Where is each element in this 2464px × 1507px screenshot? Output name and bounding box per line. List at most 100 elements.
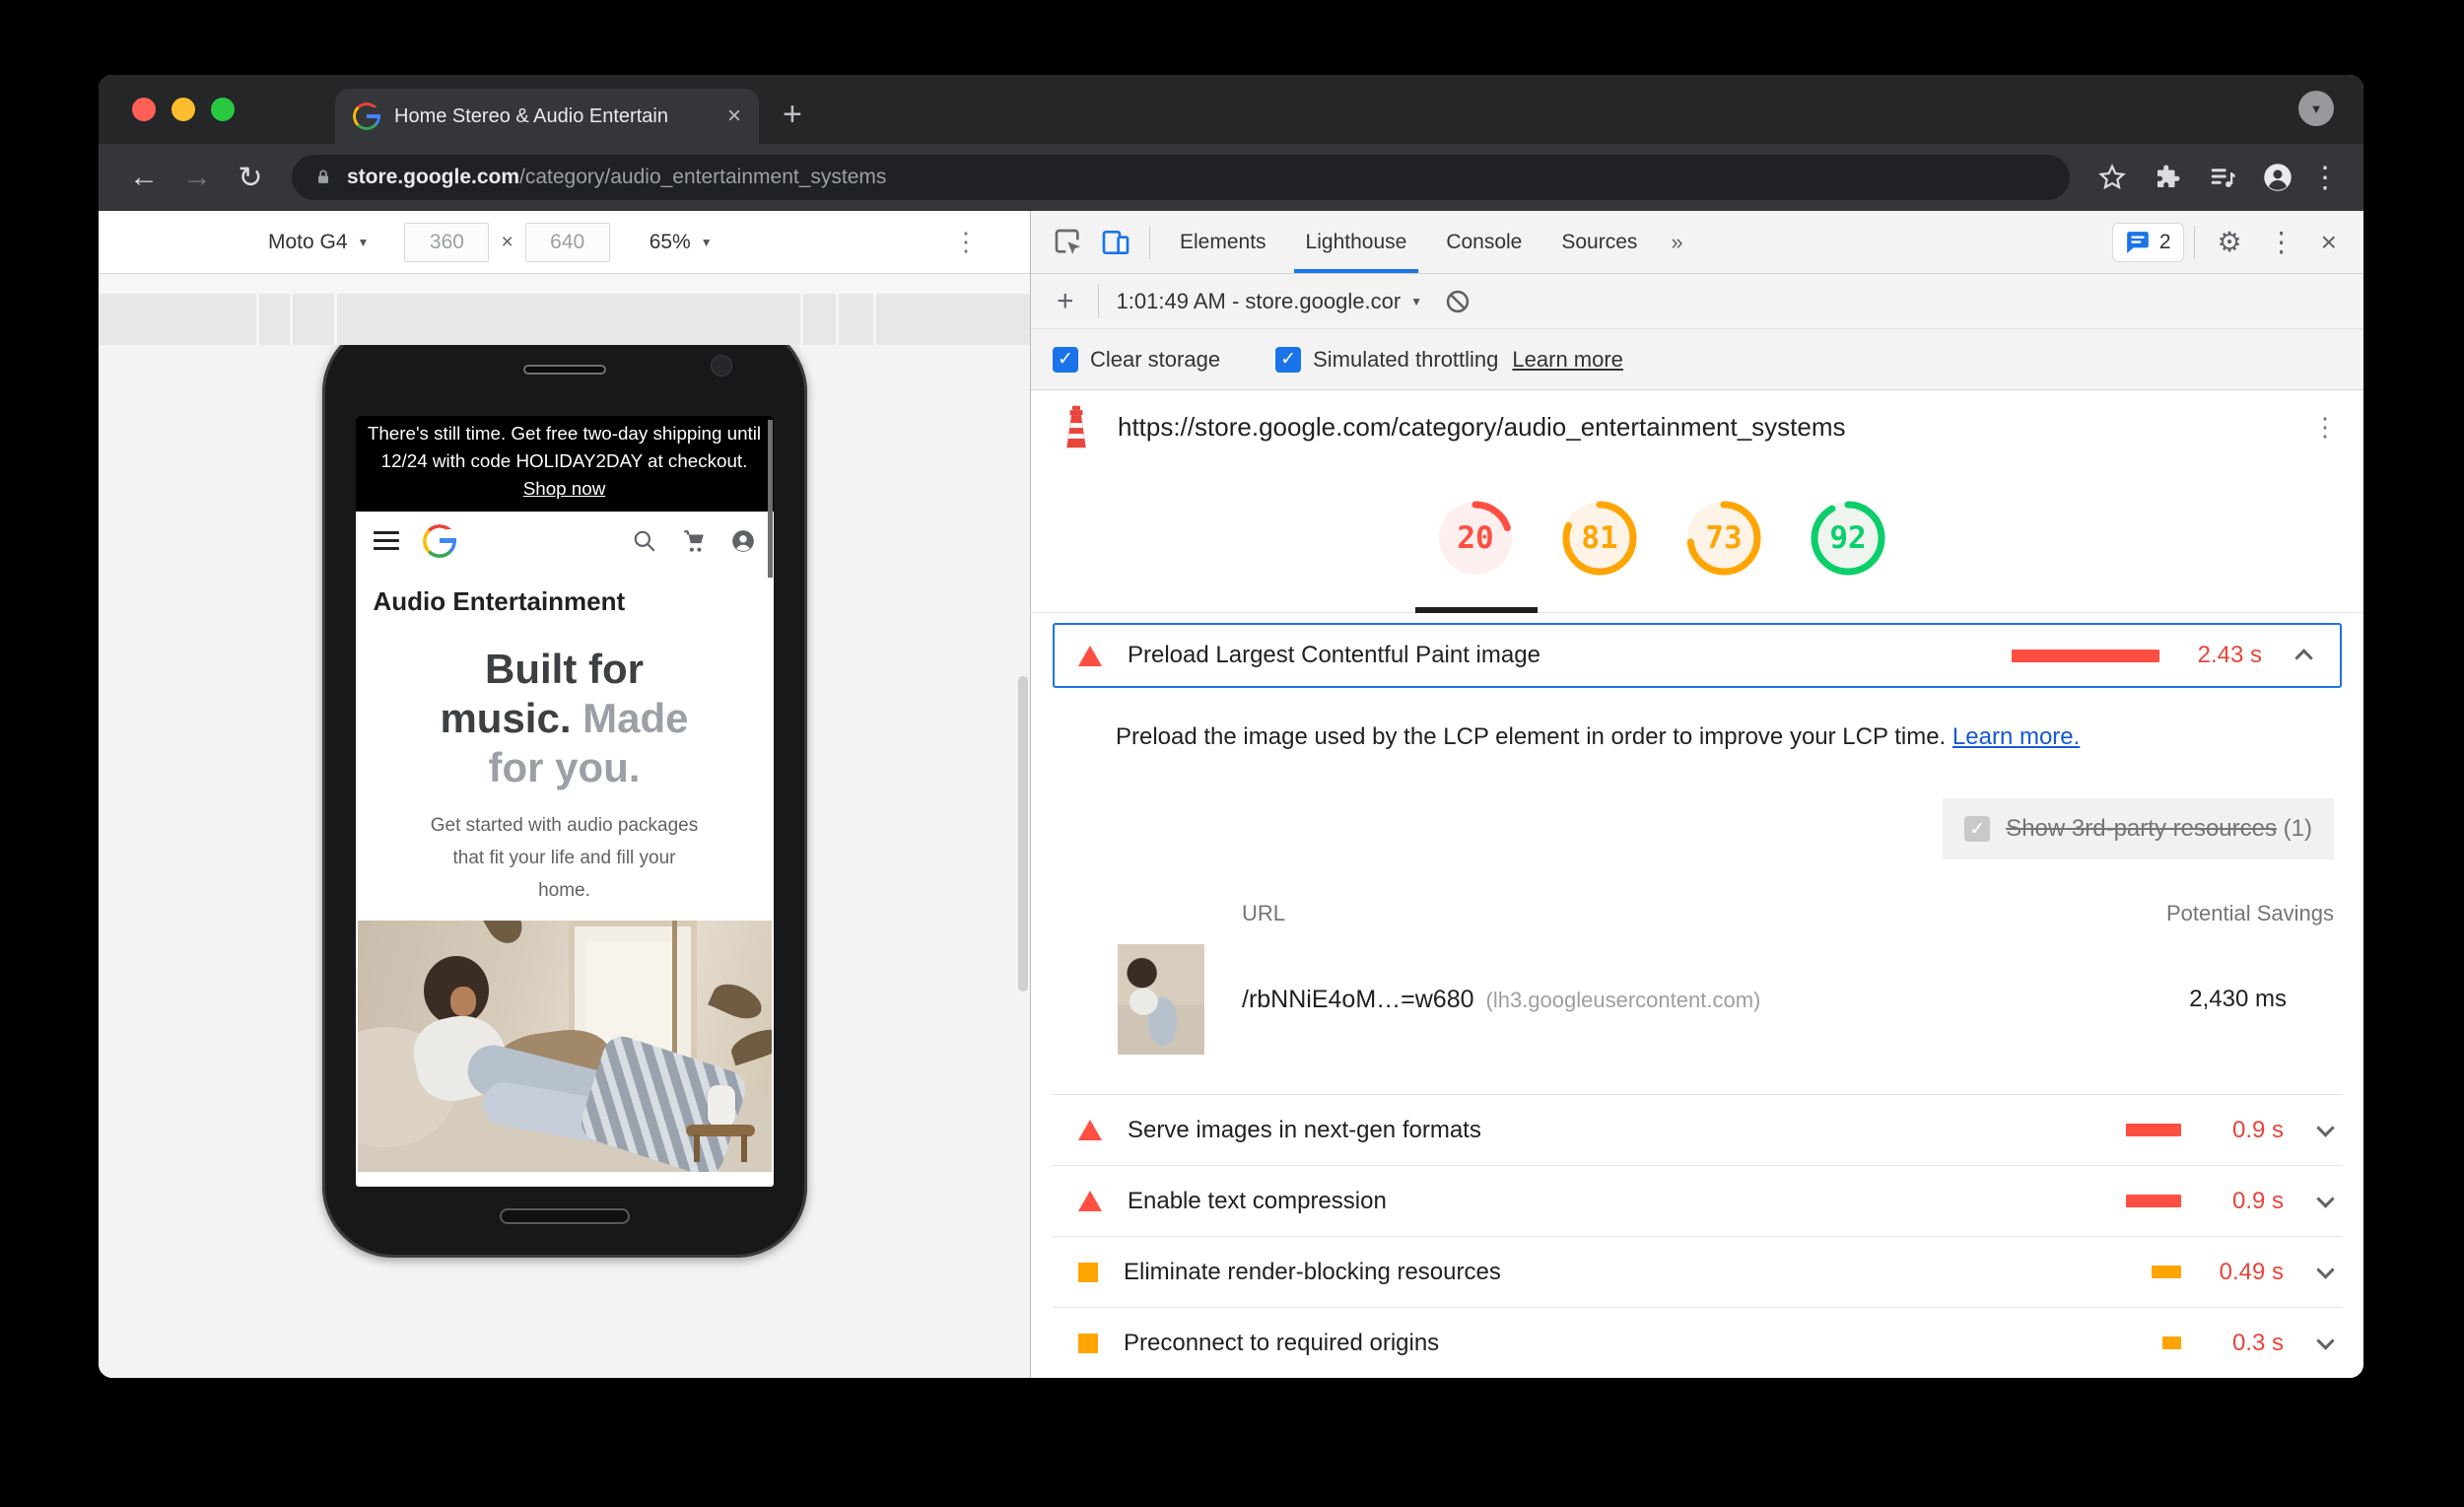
- chevron-down-icon[interactable]: [2316, 1261, 2335, 1279]
- tab-lighthouse[interactable]: Lighthouse: [1286, 211, 1427, 273]
- promo-banner: There's still time. Get free two-day shi…: [355, 416, 774, 512]
- device-width-input[interactable]: 360: [404, 222, 490, 262]
- shop-now-link[interactable]: Shop now: [523, 478, 606, 499]
- hero-subtitle: Get started with audio packages that fit…: [430, 814, 699, 902]
- chevron-down-icon: ▼: [700, 235, 713, 249]
- store-navbar: [355, 511, 774, 571]
- score-gauges: 20 81 73 92: [1031, 463, 2363, 613]
- issues-badge[interactable]: 2: [2111, 222, 2184, 262]
- performance-tab-indicator: [1415, 607, 1538, 613]
- profile-avatar-icon[interactable]: [2263, 163, 2293, 192]
- toggle-device-toolbar-icon[interactable]: [1100, 227, 1131, 258]
- audit-description: Preload the image used by the LCP elemen…: [1116, 723, 2081, 750]
- savings-bar: [2126, 1195, 2181, 1207]
- device-toolbar-menu-icon[interactable]: ⋮: [953, 227, 979, 257]
- lighthouse-config-row: ✓ Clear storage ✓ Simulated throttling L…: [1031, 329, 2363, 390]
- new-report-icon[interactable]: +: [1051, 285, 1080, 318]
- savings-bar: [2126, 1124, 2181, 1136]
- simulated-throttling-checkbox[interactable]: ✓: [1275, 346, 1302, 373]
- warning-square-icon: [1078, 1333, 1098, 1353]
- audit-list: Serve images in next-gen formats 0.9 s E…: [1053, 1094, 2342, 1378]
- third-party-count: (1): [2283, 815, 2312, 842]
- cart-icon[interactable]: [681, 528, 707, 554]
- score-gauge-seo[interactable]: 92: [1809, 499, 1887, 578]
- report-selector[interactable]: 1:01:49 AM - store.google.cor ▼: [1117, 289, 1423, 314]
- search-icon[interactable]: [632, 528, 657, 554]
- promo-text: There's still time. Get free two-day shi…: [367, 423, 762, 472]
- resource-savings: 2,430 ms: [2189, 986, 2287, 1012]
- page-scrollbar[interactable]: [767, 420, 773, 578]
- device-select[interactable]: Moto G4 ▼: [268, 231, 369, 254]
- new-tab-button[interactable]: +: [783, 96, 802, 134]
- chevron-down-icon[interactable]: [2316, 1332, 2335, 1350]
- menu-icon[interactable]: [373, 531, 399, 551]
- devtools-tabbar: Elements Lighthouse Console Sources » 2 …: [1031, 211, 2363, 274]
- score-gauge-performance[interactable]: 20: [1436, 499, 1515, 578]
- close-window-button[interactable]: [132, 98, 156, 121]
- savings-column-header: Potential Savings: [2166, 901, 2334, 925]
- settings-gear-icon[interactable]: ⚙: [2205, 226, 2255, 258]
- phone-bottom-slot: [499, 1208, 630, 1224]
- inspect-element-icon[interactable]: [1053, 227, 1084, 258]
- savings-bar: [2012, 649, 2159, 662]
- audit-next-gen-formats[interactable]: Serve images in next-gen formats 0.9 s: [1053, 1095, 2342, 1166]
- browser-menu-icon[interactable]: ⋮: [2310, 161, 2340, 195]
- third-party-checkbox: ✓: [1964, 816, 1991, 842]
- browser-tab[interactable]: Home Stereo & Audio Entertain ×: [335, 89, 759, 144]
- phone-screen: There's still time. Get free two-day shi…: [355, 416, 774, 1187]
- score-gauge-accessibility[interactable]: 81: [1560, 499, 1639, 578]
- account-icon[interactable]: [730, 528, 756, 554]
- bookmark-star-icon[interactable]: [2097, 163, 2127, 192]
- devtools-menu-icon[interactable]: ⋮: [2255, 226, 2308, 258]
- audit-text-compression[interactable]: Enable text compression 0.9 s: [1053, 1166, 2342, 1237]
- clear-storage-checkbox[interactable]: ✓: [1053, 346, 1078, 373]
- throttling-learn-more-link[interactable]: Learn more: [1512, 347, 1623, 373]
- google-favicon: [353, 103, 381, 130]
- report-menu-icon[interactable]: ⋮: [2312, 412, 2338, 443]
- maximize-window-button[interactable]: [211, 98, 235, 121]
- url-domain: store.google.com: [347, 166, 520, 188]
- third-party-filter: ✓ Show 3rd-party resources (1): [1943, 798, 2334, 859]
- url-bar[interactable]: store.google.com/category/audio_entertai…: [292, 155, 2070, 200]
- tab-console[interactable]: Console: [1426, 211, 1541, 273]
- tab-strip: Home Stereo & Audio Entertain × + ▼: [99, 75, 2363, 144]
- fail-triangle-icon: [1078, 1191, 1102, 1211]
- back-icon[interactable]: ←: [122, 161, 166, 194]
- media-playlist-icon[interactable]: [2208, 163, 2237, 192]
- device-height-input[interactable]: 640: [524, 222, 610, 262]
- browser-window: Home Stereo & Audio Entertain × + ▼ ← → …: [99, 75, 2363, 1378]
- chevron-down-icon: ▼: [1410, 294, 1423, 308]
- clear-storage-label: Clear storage: [1090, 346, 1221, 372]
- tab-close-icon[interactable]: ×: [727, 104, 741, 128]
- audit-render-blocking[interactable]: Eliminate render-blocking resources 0.49…: [1053, 1237, 2342, 1308]
- forward-icon: →: [182, 161, 212, 193]
- tab-sources[interactable]: Sources: [1541, 211, 1657, 273]
- nest-speaker: [707, 1085, 735, 1128]
- audit-preconnect[interactable]: Preconnect to required origins 0.3 s: [1053, 1308, 2342, 1378]
- media-query-bar: [99, 274, 1030, 345]
- chevron-down-icon[interactable]: [2316, 1119, 2335, 1137]
- fail-triangle-icon: [1078, 645, 1102, 666]
- score-gauge-best-practices[interactable]: 73: [1684, 499, 1763, 578]
- window-controls[interactable]: [132, 98, 235, 121]
- extensions-puzzle-icon[interactable]: [2153, 163, 2182, 192]
- zoom-select[interactable]: 65% ▼: [650, 231, 713, 254]
- tab-elements[interactable]: Elements: [1160, 211, 1286, 273]
- chevron-down-icon[interactable]: [2316, 1190, 2335, 1208]
- close-devtools-icon[interactable]: ×: [2308, 227, 2350, 258]
- savings-value: 2.43 s: [2197, 642, 2262, 668]
- tab-search-icon[interactable]: ▼: [2298, 91, 2334, 126]
- chevron-up-icon[interactable]: [2294, 648, 2313, 667]
- emulation-scrollbar[interactable]: [1018, 676, 1028, 992]
- lighthouse-icon: [1066, 405, 1086, 448]
- simulated-throttling-label: Simulated throttling: [1313, 346, 1499, 372]
- clear-reports-icon[interactable]: [1444, 288, 1472, 315]
- reload-icon[interactable]: ↻: [229, 161, 272, 195]
- media-query-ruler[interactable]: [99, 294, 1030, 345]
- audit-learn-more-link[interactable]: Learn more.: [1952, 723, 2080, 750]
- minimize-window-button[interactable]: [171, 98, 195, 121]
- more-tabs-icon[interactable]: »: [1657, 230, 1696, 255]
- google-logo[interactable]: [422, 523, 457, 558]
- audit-preload-lcp[interactable]: Preload Largest Contentful Paint image 2…: [1053, 623, 2342, 688]
- resource-url: /rbNNiE4oM…=w680: [1242, 985, 1474, 1013]
